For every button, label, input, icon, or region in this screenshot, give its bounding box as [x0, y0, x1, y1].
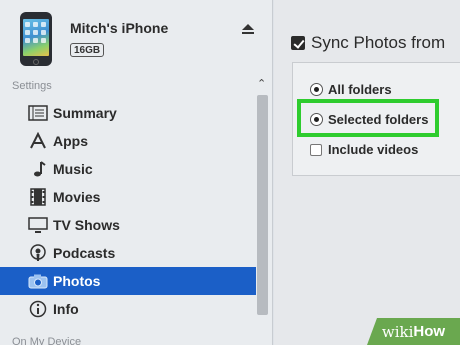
- sync-photos-row[interactable]: Sync Photos from: [291, 33, 445, 53]
- info-icon: [27, 300, 49, 318]
- sidebar-item-podcasts[interactable]: Podcasts: [0, 239, 256, 267]
- film-icon: [27, 188, 49, 206]
- sidebar-item-info[interactable]: Info: [0, 295, 256, 323]
- all-folders-radio[interactable]: [310, 83, 323, 96]
- device-header[interactable]: Mitch's iPhone 16GB: [0, 0, 273, 74]
- all-folders-option[interactable]: All folders: [310, 82, 392, 97]
- sidebar-item-label: Info: [53, 301, 79, 317]
- podcast-icon: [27, 244, 49, 262]
- settings-section-label: Settings: [12, 80, 52, 92]
- sidebar-item-movies[interactable]: Movies: [0, 183, 256, 211]
- tv-icon: [27, 216, 49, 234]
- sidebar-item-label: Photos: [53, 273, 101, 289]
- include-videos-option[interactable]: Include videos: [310, 142, 418, 157]
- music-note-icon: [27, 160, 49, 178]
- sidebar-item-label: Movies: [53, 189, 101, 205]
- sidebar-item-summary[interactable]: Summary: [0, 99, 256, 127]
- sidebar: Mitch's iPhone 16GB Settings ⌃ Summary A…: [0, 0, 273, 345]
- sidebar-item-photos[interactable]: Photos: [0, 267, 256, 295]
- sync-photos-label: Sync Photos from: [311, 33, 446, 52]
- collapse-caret-icon[interactable]: ⌃: [257, 77, 266, 90]
- photos-settings-pane: Sync Photos from All folders Selected fo…: [274, 0, 460, 345]
- camera-icon: [27, 272, 49, 290]
- sidebar-item-music[interactable]: Music: [0, 155, 256, 183]
- all-folders-label: All folders: [328, 82, 392, 97]
- iphone-icon: [20, 12, 52, 66]
- eject-icon[interactable]: [241, 24, 255, 36]
- sidebar-item-tv-shows[interactable]: TV Shows: [0, 211, 256, 239]
- capacity-badge: 16GB: [70, 43, 105, 57]
- sidebar-item-label: Apps: [53, 133, 88, 149]
- sidebar-item-label: Music: [53, 161, 93, 177]
- sync-photos-checkbox[interactable]: [291, 36, 305, 50]
- sidebar-item-label: TV Shows: [53, 217, 120, 233]
- sidebar-nav: Summary Apps Music Movies TV Shows Podca…: [0, 99, 256, 323]
- sidebar-item-label: Podcasts: [53, 245, 116, 261]
- apps-icon: [27, 132, 49, 150]
- summary-icon: [27, 104, 49, 122]
- include-videos-label: Include videos: [328, 142, 419, 157]
- wikihow-watermark: wiki How: [367, 318, 460, 345]
- on-my-device-section-label: On My Device: [12, 336, 82, 345]
- sidebar-item-label: Summary: [53, 105, 117, 121]
- device-name: Mitch's iPhone: [70, 20, 169, 36]
- include-videos-checkbox[interactable]: [310, 143, 322, 156]
- selected-folders-highlight: [297, 99, 439, 137]
- sidebar-item-apps[interactable]: Apps: [0, 127, 256, 155]
- sidebar-scrollbar[interactable]: [257, 95, 268, 315]
